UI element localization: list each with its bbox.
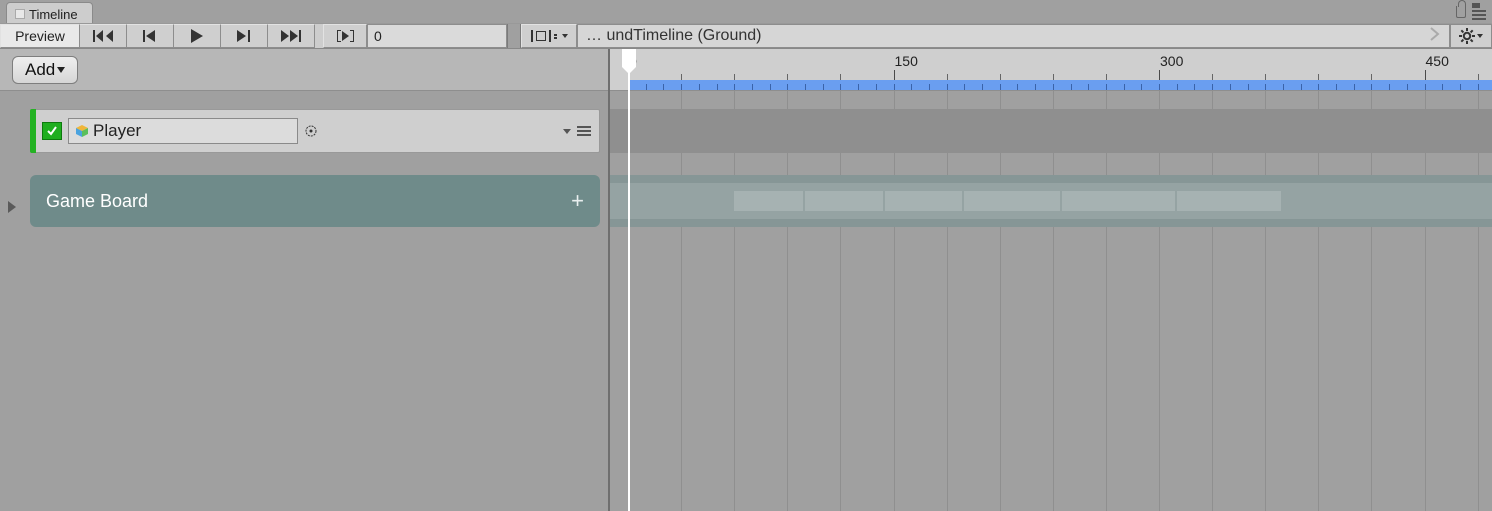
play-button[interactable] [173, 24, 221, 48]
track-headers: Player Game Board + [0, 91, 608, 511]
go-to-start-button[interactable] [79, 24, 127, 48]
main-area: Add [0, 49, 1492, 511]
group-label: Game Board [46, 191, 148, 212]
settings-button[interactable] [1450, 24, 1492, 48]
add-subtrack-button[interactable]: + [571, 188, 584, 214]
timeline-pane: 0 150 300 450 [610, 49, 1492, 511]
breadcrumb-label: … undTimeline (Ground) [586, 27, 761, 45]
lock-icon[interactable] [1456, 6, 1466, 18]
pane-divider[interactable] [507, 24, 521, 48]
track-display-icon [531, 30, 568, 42]
track-active-toggle[interactable] [42, 122, 62, 140]
frame-value: 0 [374, 28, 382, 44]
preview-label: Preview [15, 28, 65, 44]
toolbar: Preview 0 [0, 23, 1492, 49]
expand-group-caret[interactable] [8, 201, 16, 213]
next-frame-button[interactable] [220, 24, 268, 48]
play-range-button[interactable] [323, 24, 367, 48]
play-range-icon [337, 30, 354, 42]
track-color-stripe [30, 109, 36, 153]
animation-track-lane[interactable] [610, 109, 1492, 153]
track-display-mode-button[interactable] [521, 24, 577, 48]
time-ruler[interactable]: 0 150 300 450 [610, 49, 1492, 91]
clip[interactable] [734, 191, 803, 211]
timeline-window: Timeline Preview [0, 0, 1492, 511]
grid-lines [610, 91, 1492, 511]
caret-down-icon [57, 67, 65, 73]
record-icon[interactable] [304, 124, 318, 138]
ruler-label: 300 [1160, 53, 1183, 69]
gear-icon [1459, 28, 1475, 44]
clip[interactable] [1062, 191, 1175, 211]
group-track-header[interactable]: Game Board + [30, 175, 600, 227]
preview-button[interactable]: Preview [0, 24, 80, 48]
add-label: Add [25, 60, 55, 80]
tab-strip: Timeline [0, 0, 1492, 23]
timeline-body[interactable] [610, 91, 1492, 511]
clip[interactable] [805, 191, 883, 211]
cube-icon [75, 124, 89, 138]
clip[interactable] [1177, 191, 1281, 211]
go-to-end-button[interactable] [267, 24, 315, 48]
track-menu-icon[interactable] [577, 126, 591, 136]
chevron-right-icon [1429, 26, 1441, 47]
animation-track-header[interactable]: Player [30, 109, 600, 153]
tab-icon [15, 9, 25, 19]
track-binding-field[interactable]: Player [68, 118, 298, 144]
caret-down-icon [1477, 34, 1483, 38]
frame-input[interactable]: 0 [367, 24, 507, 48]
track-options-caret[interactable] [563, 129, 571, 134]
add-track-button[interactable]: Add [12, 56, 78, 84]
timeline-duration-bar [628, 80, 1492, 90]
ruler-label: 0 [629, 53, 637, 69]
previous-frame-button[interactable] [126, 24, 174, 48]
timeline-asset-breadcrumb[interactable]: … undTimeline (Ground) [577, 24, 1450, 48]
track-list-pane: Add [0, 49, 610, 511]
tab-title: Timeline [29, 7, 78, 22]
panel-menu-icon[interactable] [1472, 3, 1486, 20]
group-track-lane[interactable] [610, 175, 1492, 227]
tab-timeline[interactable]: Timeline [6, 2, 93, 23]
clip[interactable] [964, 191, 1059, 211]
ruler-label: 450 [1426, 53, 1449, 69]
ruler-label: 150 [895, 53, 918, 69]
binding-label: Player [93, 121, 141, 141]
add-bar: Add [0, 49, 608, 91]
clip[interactable] [885, 191, 963, 211]
